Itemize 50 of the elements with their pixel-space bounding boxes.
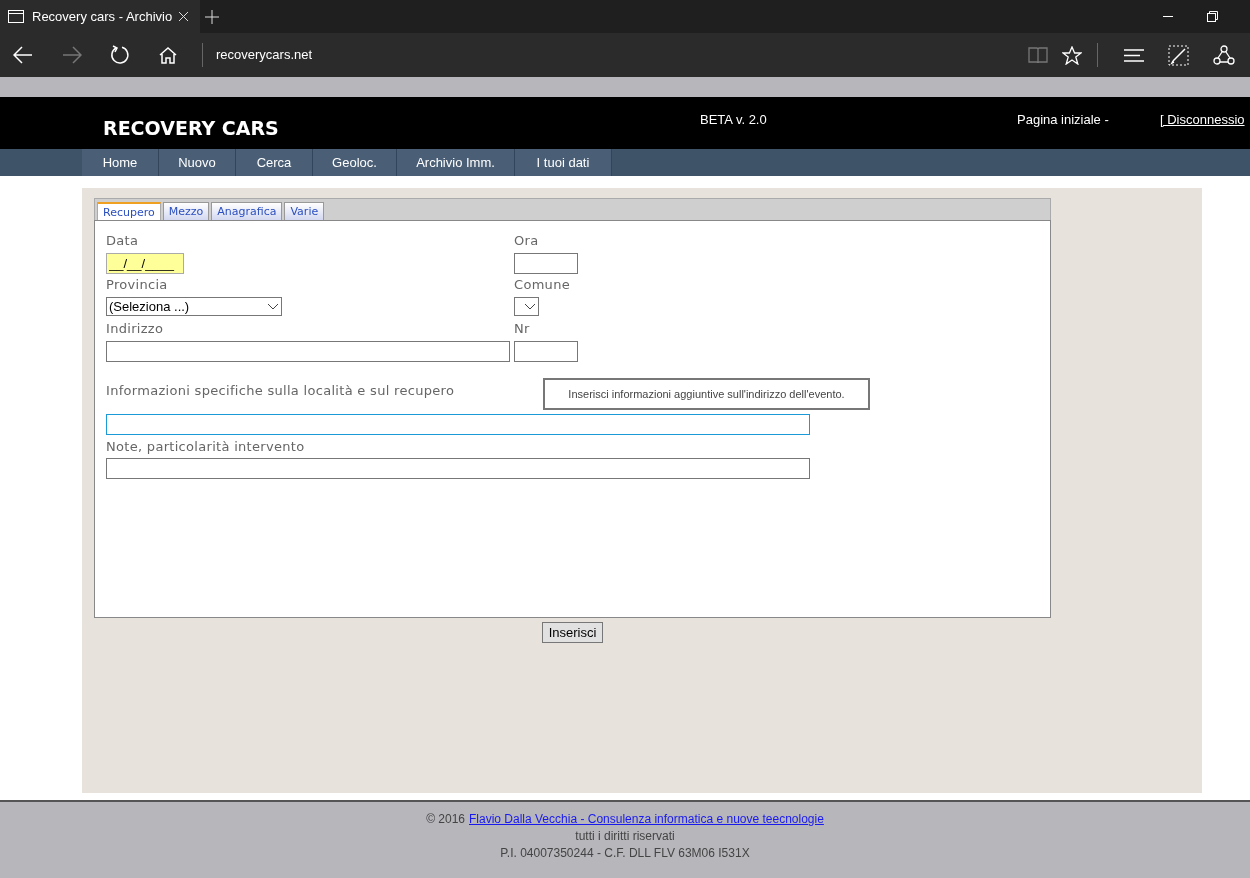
select-field[interactable] bbox=[514, 297, 539, 316]
nav-item[interactable]: I tuoi dati bbox=[515, 149, 612, 176]
text-field[interactable] bbox=[514, 341, 578, 362]
chevron-down-icon bbox=[267, 303, 279, 310]
author-link[interactable]: Flavio Dalla Vecchia - Consulenza informatica e nuove teecnologie bbox=[469, 811, 824, 828]
select-field[interactable]: (Seleziona ...) bbox=[106, 297, 282, 316]
home-page-link[interactable]: Pagina iniziale - bbox=[1017, 110, 1109, 130]
field-label: Note, particolarità intervento bbox=[106, 439, 305, 456]
tax-id-text: P.I. 04007350244 - C.F. DLL FLV 63M06 I531X bbox=[500, 845, 750, 862]
date-field[interactable]: __/__/____ bbox=[106, 253, 184, 274]
site-logo: RECOVERY CARS bbox=[103, 116, 279, 141]
menu-icon[interactable] bbox=[1124, 48, 1144, 62]
nav-item[interactable]: Home bbox=[82, 149, 159, 176]
field-label: Indirizzo bbox=[106, 322, 165, 338]
browser-tab[interactable]: Recovery cars - Archivio bbox=[0, 0, 200, 33]
field-label: Nr bbox=[514, 322, 531, 338]
version-label: BETA v. 2.0 bbox=[700, 111, 767, 129]
tooltip: Inserisci informazioni aggiuntive sull'indirizzo dell'evento. bbox=[543, 378, 870, 410]
field-label: Informazioni specifiche sulla località e sul recupero bbox=[106, 382, 455, 400]
text-field[interactable] bbox=[514, 253, 578, 274]
submit-button[interactable]: Inserisci bbox=[541, 622, 604, 643]
copyright-text: © 2016 bbox=[426, 811, 465, 828]
nav-item[interactable]: Geoloc. bbox=[313, 149, 397, 176]
text-field[interactable] bbox=[106, 458, 810, 479]
chevron-down-icon bbox=[524, 303, 536, 310]
share-icon[interactable] bbox=[1213, 45, 1235, 65]
nav-item[interactable]: Cerca bbox=[236, 149, 313, 176]
field-label: Data bbox=[106, 234, 140, 250]
logout-link[interactable]: [ Disconnessio bbox=[1160, 110, 1245, 130]
home-icon[interactable] bbox=[159, 46, 177, 64]
star-icon[interactable] bbox=[1062, 45, 1082, 65]
rights-text: tutti i diritti riservati bbox=[575, 828, 675, 845]
page-icon bbox=[8, 10, 24, 23]
field-label: Ora bbox=[514, 234, 540, 250]
restore-icon[interactable] bbox=[1207, 11, 1218, 22]
reading-view-icon[interactable] bbox=[1028, 47, 1048, 63]
text-field[interactable] bbox=[106, 341, 510, 362]
close-icon[interactable] bbox=[178, 11, 189, 22]
pen-note-icon[interactable] bbox=[1168, 44, 1189, 66]
field-label: Provincia bbox=[106, 278, 169, 294]
field-label: Comune bbox=[514, 278, 570, 294]
text-field[interactable] bbox=[106, 414, 810, 435]
forward-icon[interactable] bbox=[62, 46, 82, 64]
back-icon[interactable] bbox=[13, 46, 33, 64]
nav-item[interactable]: Nuovo bbox=[159, 149, 236, 176]
nav-item[interactable]: Archivio Imm. bbox=[397, 149, 515, 176]
address-field[interactable]: recoverycars.net bbox=[216, 45, 313, 65]
select-value: (Seleziona ...) bbox=[109, 297, 190, 316]
refresh-icon[interactable] bbox=[110, 45, 130, 65]
new-tab-icon[interactable] bbox=[205, 9, 219, 24]
